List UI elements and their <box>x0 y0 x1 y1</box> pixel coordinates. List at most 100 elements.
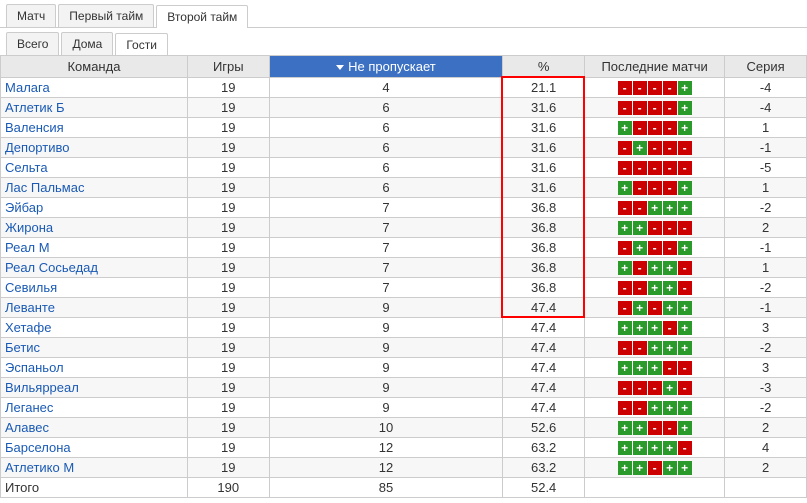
table-row: Вильярреал19947.4---+--3 <box>1 378 807 398</box>
plus-icon: + <box>648 281 662 295</box>
plus-icon: + <box>663 281 677 295</box>
plus-icon: + <box>648 361 662 375</box>
games-cell: 19 <box>187 438 269 458</box>
plus-icon: + <box>663 201 677 215</box>
team-link[interactable]: Атлетик Б <box>1 98 188 118</box>
table-row: Малага19421.1----+-4 <box>1 78 807 98</box>
team-link[interactable]: Эйбар <box>1 198 188 218</box>
plus-icon: + <box>633 241 647 255</box>
minus-icon: - <box>633 121 647 135</box>
tab-Второй тайм[interactable]: Второй тайм <box>156 5 248 28</box>
sort-desc-icon <box>336 65 344 70</box>
table-row: Бетис19947.4--+++-2 <box>1 338 807 358</box>
header-team[interactable]: Команда <box>1 56 188 78</box>
header-streak[interactable]: Серия <box>725 56 807 78</box>
miss-cell: 9 <box>269 378 503 398</box>
miss-cell: 9 <box>269 398 503 418</box>
team-link[interactable]: Эспаньол <box>1 358 188 378</box>
last-matches-cell: ++-++ <box>585 458 725 478</box>
last-matches-cell: +++-+ <box>585 318 725 338</box>
streak-cell: 2 <box>725 418 807 438</box>
team-link[interactable]: Хетафе <box>1 318 188 338</box>
last-matches-cell: ++--+ <box>585 418 725 438</box>
team-link[interactable]: Малага <box>1 78 188 98</box>
last-matches-cell: +++-- <box>585 358 725 378</box>
minus-icon: - <box>663 101 677 115</box>
games-cell: 19 <box>187 278 269 298</box>
header-games[interactable]: Игры <box>187 56 269 78</box>
team-link[interactable]: Валенсия <box>1 118 188 138</box>
minus-icon: - <box>663 81 677 95</box>
table-row: Алавес191052.6++--+2 <box>1 418 807 438</box>
last-matches-cell: ++--- <box>585 218 725 238</box>
minus-icon: - <box>618 301 632 315</box>
pct-cell: 31.6 <box>503 138 585 158</box>
tab-Дома[interactable]: Дома <box>61 32 113 55</box>
header-pct[interactable]: % <box>503 56 585 78</box>
table-row: Хетафе19947.4+++-+3 <box>1 318 807 338</box>
team-link[interactable]: Реал М <box>1 238 188 258</box>
games-cell: 19 <box>187 178 269 198</box>
minus-icon: - <box>618 281 632 295</box>
plus-icon: + <box>678 201 692 215</box>
last-matches-cell: -+--+ <box>585 238 725 258</box>
minus-icon: - <box>663 241 677 255</box>
table-row: Реал Сосьедад19736.8+-++-1 <box>1 258 807 278</box>
header-miss[interactable]: Не пропускает <box>269 56 503 78</box>
team-link[interactable]: Атлетико М <box>1 458 188 478</box>
minus-icon: - <box>663 321 677 335</box>
table-row: Реал М19736.8-+--+-1 <box>1 238 807 258</box>
streak-cell: -1 <box>725 238 807 258</box>
tab-Всего[interactable]: Всего <box>6 32 59 55</box>
team-link[interactable]: Сельта <box>1 158 188 178</box>
minus-icon: - <box>648 241 662 255</box>
minus-icon: - <box>678 361 692 375</box>
pct-cell: 21.1 <box>503 78 585 98</box>
plus-icon: + <box>648 261 662 275</box>
team-link[interactable]: Депортиво <box>1 138 188 158</box>
team-link[interactable]: Севилья <box>1 278 188 298</box>
total-label: Итого <box>1 478 188 498</box>
table-row: Лас Пальмас19631.6+---+1 <box>1 178 807 198</box>
games-cell: 19 <box>187 298 269 318</box>
team-link[interactable]: Леванте <box>1 298 188 318</box>
team-link[interactable]: Барселона <box>1 438 188 458</box>
plus-icon: + <box>678 181 692 195</box>
streak-cell: 1 <box>725 118 807 138</box>
games-cell: 19 <box>187 198 269 218</box>
team-link[interactable]: Бетис <box>1 338 188 358</box>
table-row: Барселона191263.2++++-4 <box>1 438 807 458</box>
pct-cell: 47.4 <box>503 338 585 358</box>
miss-cell: 6 <box>269 158 503 178</box>
team-link[interactable]: Жирона <box>1 218 188 238</box>
team-link[interactable]: Реал Сосьедад <box>1 258 188 278</box>
team-link[interactable]: Алавес <box>1 418 188 438</box>
miss-cell: 7 <box>269 238 503 258</box>
team-link[interactable]: Лас Пальмас <box>1 178 188 198</box>
last-matches-cell: +-++- <box>585 258 725 278</box>
minus-icon: - <box>618 141 632 155</box>
plus-icon: + <box>663 461 677 475</box>
header-last[interactable]: Последние матчи <box>585 56 725 78</box>
table-row: Севилья19736.8--++--2 <box>1 278 807 298</box>
streak-cell: 4 <box>725 438 807 458</box>
tab-Гости[interactable]: Гости <box>115 33 168 56</box>
plus-icon: + <box>648 201 662 215</box>
games-cell: 19 <box>187 418 269 438</box>
streak-cell: -3 <box>725 378 807 398</box>
team-link[interactable]: Вильярреал <box>1 378 188 398</box>
minus-icon: - <box>663 121 677 135</box>
tab-Первый тайм[interactable]: Первый тайм <box>58 4 154 27</box>
miss-cell: 9 <box>269 298 503 318</box>
team-link[interactable]: Леганес <box>1 398 188 418</box>
total-games: 190 <box>187 478 269 498</box>
plus-icon: + <box>648 321 662 335</box>
tab-Матч[interactable]: Матч <box>6 4 56 27</box>
minus-icon: - <box>648 121 662 135</box>
minus-icon: - <box>618 381 632 395</box>
table-row: Атлетико М191263.2++-++2 <box>1 458 807 478</box>
miss-cell: 10 <box>269 418 503 438</box>
minus-icon: - <box>648 381 662 395</box>
games-cell: 19 <box>187 78 269 98</box>
pct-cell: 31.6 <box>503 158 585 178</box>
